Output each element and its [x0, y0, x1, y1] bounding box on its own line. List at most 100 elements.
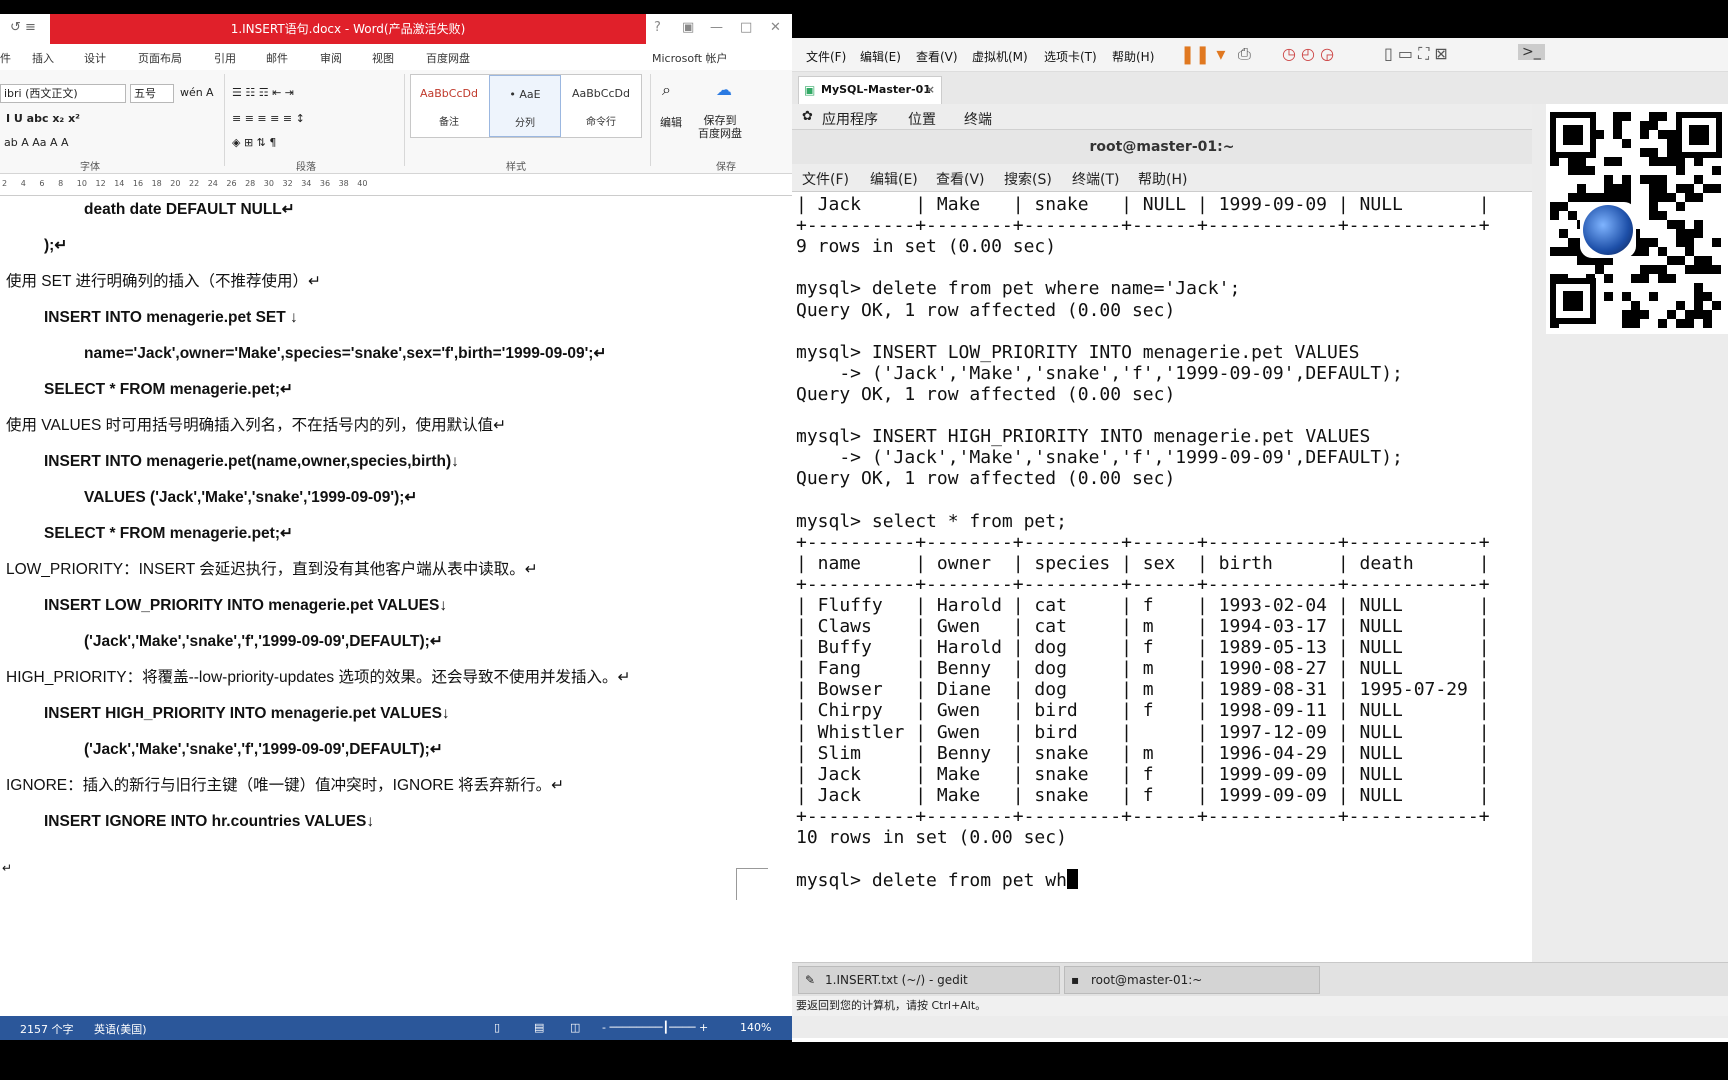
quick-access-toolbar[interactable]: ↺ ≡ [10, 20, 36, 35]
tab-file[interactable]: 件 [0, 50, 11, 66]
tab-baidu-pan[interactable]: 百度网盘 [426, 50, 470, 66]
zoom-slider[interactable]: - ────────┃──── + [602, 1021, 708, 1034]
horizontal-ruler[interactable]: 2 4 6 8 10 12 14 16 18 20 22 24 26 28 30 32 34 36 38 40 [0, 174, 792, 196]
term-menu-help[interactable]: 帮助(H) [1138, 169, 1187, 189]
font-color-icon[interactable]: ab A Aa A A [4, 136, 69, 149]
terminal-line: -> ('Jack','Make','snake','f','1999-09-0… [796, 362, 1403, 384]
term-menu-view[interactable]: 查看(V) [936, 169, 985, 189]
terminal-line: | Claws | Gwen | cat | m | 1994-03-17 | … [796, 616, 1490, 637]
document-body[interactable]: death date DEFAULT NULL↵ );↵ 使用 SET 进行明确… [0, 196, 792, 1000]
minimize-button[interactable]: — [710, 20, 723, 35]
baidu-cloud-icon[interactable]: ☁ [716, 80, 732, 99]
applications-icon[interactable]: ✿ [802, 109, 813, 124]
language-indicator[interactable]: 英语(美国) [94, 1021, 147, 1037]
edit-button[interactable]: 编辑 [660, 114, 682, 130]
term-menu-terminal[interactable]: 终端(T) [1072, 169, 1119, 189]
ribbon-display-button[interactable]: ▣ [682, 20, 694, 35]
terminal-output[interactable]: | Jack | Make | snake | NULL | 1999-09-0… [792, 192, 1532, 962]
align-icons[interactable]: ≡ ≡ ≡ ≡ ≡ ↕ [232, 112, 305, 125]
qr-module [1667, 130, 1676, 139]
tab-insert[interactable]: 插入 [32, 50, 54, 66]
applications-menu[interactable]: 应用程序 [822, 109, 878, 129]
tab-design[interactable]: 设计 [84, 50, 106, 66]
terminal-menu[interactable]: 终端 [964, 109, 992, 129]
qr-module [1703, 292, 1712, 301]
doc-line: 使用 SET 进行明确列的插入（不推荐使用）↵ [6, 273, 321, 290]
style-command-line[interactable]: AaBbCcDd 命令行 [565, 75, 637, 137]
char-border-icon[interactable]: A [206, 86, 214, 99]
save-to-baidu-button[interactable]: 保存到 百度网盘 [698, 114, 742, 140]
terminal-line: | Fluffy | Harold | cat | f | 1993-02-04… [796, 594, 1490, 616]
terminal-line: mysql> delete from pet wh [796, 869, 1078, 891]
maximize-button[interactable]: □ [740, 20, 752, 35]
style-column[interactable]: • AaE 分列 [489, 75, 561, 137]
tab-mailings[interactable]: 邮件 [266, 50, 288, 66]
pause-icon[interactable]: ❚❚ ▾ [1180, 44, 1225, 65]
help-button[interactable]: ? [654, 20, 661, 35]
tab-view[interactable]: 视图 [372, 50, 394, 66]
qr-module [1685, 310, 1694, 319]
close-tab-icon[interactable]: × [926, 77, 935, 103]
taskbar-gedit[interactable]: ✎ 1.INSERT.txt (~/) - gedit [798, 966, 1060, 994]
menu-file[interactable]: 文件(F) [806, 48, 846, 65]
phonetic-icon[interactable]: wén [180, 86, 203, 99]
console-view-icon[interactable]: >_ [1518, 44, 1545, 60]
ruler-tick: 38 [338, 179, 349, 188]
qr-module [1640, 265, 1649, 274]
menu-edit[interactable]: 编辑(E) [860, 48, 901, 65]
word-count[interactable]: 2157 个字 [20, 1021, 74, 1037]
send-keys-icon[interactable]: ⎙ [1238, 44, 1251, 64]
ruler-tick: 34 [301, 179, 312, 188]
shading-icon[interactable]: ◈ ⊞ ⇅ ¶ [232, 136, 276, 149]
binoculars-icon[interactable]: ⌕ [662, 80, 671, 100]
qr-code [1546, 104, 1728, 334]
qr-module [1676, 220, 1685, 229]
qr-module [1568, 157, 1577, 166]
qr-module [1559, 229, 1568, 238]
qr-module [1685, 184, 1694, 193]
tab-layout[interactable]: 页面布局 [138, 50, 182, 66]
zoom-level[interactable]: 140% [740, 1021, 771, 1034]
read-mode-icon[interactable]: ▯ [494, 1021, 500, 1034]
style-note[interactable]: AaBbCcDd 备注 [413, 75, 485, 137]
ruler-tick: 12 [95, 179, 106, 188]
tab-references[interactable]: 引用 [214, 50, 236, 66]
term-menu-search[interactable]: 搜索(S) [1004, 169, 1052, 189]
terminal-line: | name | owner | species | sex | birth |… [796, 552, 1490, 574]
account-button[interactable]: Microsoft 帐户 [652, 50, 728, 66]
close-button[interactable]: ✕ [770, 20, 781, 35]
term-menu-file[interactable]: 文件(F) [802, 169, 849, 189]
qr-module [1595, 193, 1604, 202]
print-layout-icon[interactable]: ▤ [534, 1021, 544, 1034]
tab-review[interactable]: 审阅 [320, 50, 342, 66]
term-menu-edit[interactable]: 编辑(E) [870, 169, 918, 189]
qr-module [1550, 202, 1559, 211]
font-size-select[interactable]: 五号 [130, 84, 174, 103]
tab-mysql-master-01[interactable]: ▣ MySQL-Master-01 × [798, 76, 942, 104]
qr-module [1694, 193, 1703, 202]
bullets-icon[interactable]: ☰ ☷ ☶ ⇤ ⇥ [232, 86, 294, 99]
ruler-tick: 14 [114, 179, 125, 188]
doc-line: INSERT HIGH_PRIORITY INTO menagerie.pet … [44, 705, 450, 722]
menu-tabs[interactable]: 选项卡(T) [1044, 48, 1097, 65]
places-menu[interactable]: 位置 [908, 109, 936, 129]
terminal-line: mysql> INSERT HIGH_PRIORITY INTO menager… [796, 426, 1371, 448]
ruler-tick: 10 [76, 179, 87, 188]
menu-vm[interactable]: 虚拟机(M) [972, 48, 1028, 65]
view-mode-icons[interactable]: ▯ ▭ ⛶ ⊠ [1384, 44, 1448, 64]
font-name-select[interactable]: ibri (西文正文) [0, 84, 126, 103]
menu-help[interactable]: 帮助(H) [1112, 48, 1154, 65]
qr-module [1622, 193, 1631, 202]
taskbar-terminal[interactable]: ▪ root@master-01:~ [1064, 966, 1320, 994]
qr-module [1613, 193, 1622, 202]
snapshot-icon[interactable]: ◷ ◴ ◶ [1282, 44, 1334, 63]
qr-module [1658, 130, 1667, 139]
web-layout-icon[interactable]: ◫ [570, 1021, 580, 1034]
menu-view[interactable]: 查看(V) [916, 48, 958, 65]
bold-icon[interactable]: I U abc x₂ x² [6, 112, 80, 125]
terminal-line: -> ('Jack','Make','snake','f','1999-09-0… [796, 447, 1403, 469]
qr-module [1694, 157, 1703, 166]
guest-desktop[interactable]: ✿ 应用程序 位置 终端 root@master-01:~ 文件(F) 编辑(E… [792, 104, 1728, 1038]
terminal-line: | Jack | Make | snake | f | 1999-09-09 |… [796, 784, 1490, 806]
qr-module [1649, 121, 1658, 130]
